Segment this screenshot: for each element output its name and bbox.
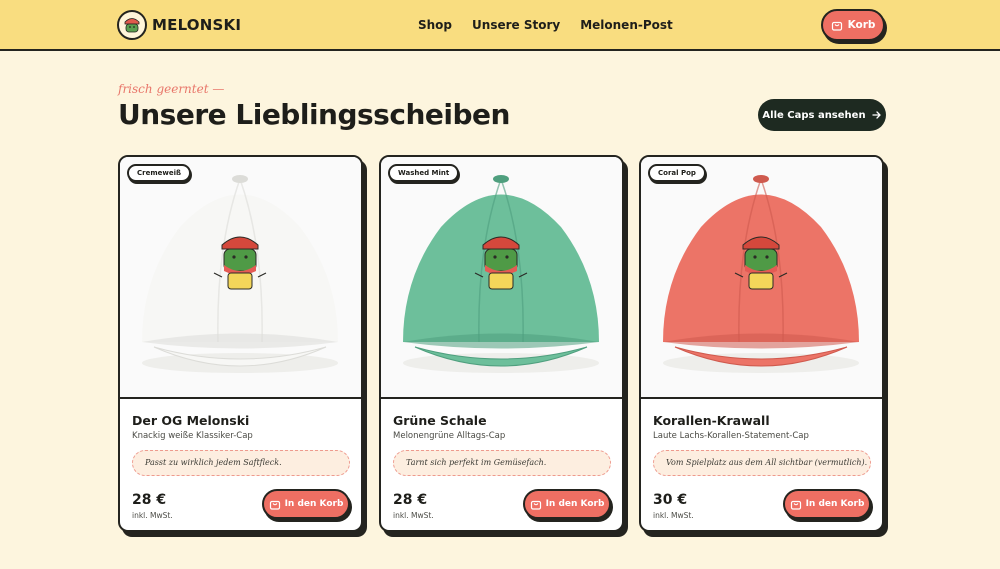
nav-shop[interactable]: Shop (418, 18, 452, 32)
product-name[interactable]: Der OG Melonski (132, 413, 249, 428)
brand-name: MELONSKI (152, 16, 242, 34)
product-price: 30 € (653, 492, 688, 508)
add-to-cart-button[interactable]: In den Korb (262, 489, 350, 519)
shopping-bag-icon (269, 500, 280, 510)
shopping-bag-icon (530, 500, 541, 510)
product-image[interactable]: Washed Mint (381, 157, 622, 399)
cart-button[interactable]: Korb (821, 9, 885, 41)
color-tag: Cremeweiß (127, 164, 192, 182)
product-card[interactable]: Washed Mint Grüne Schale Melonengrüne Al… (379, 155, 624, 532)
add-to-cart-label: In den Korb (545, 499, 605, 509)
brand-logo[interactable]: MELONSKI (117, 10, 241, 40)
arrow-right-icon (871, 111, 881, 119)
melon-mascot-icon (117, 10, 147, 40)
product-quote: Passt zu wirklich jedem Saftfleck. (132, 450, 350, 476)
product-price: 28 € (132, 492, 167, 508)
product-name[interactable]: Grüne Schale (393, 413, 487, 428)
nav-melonen-post[interactable]: Melonen-Post (580, 18, 673, 32)
shopping-bag-icon (831, 21, 842, 31)
add-to-cart-button[interactable]: In den Korb (783, 489, 871, 519)
product-subtitle: Melonengrüne Alltags-Cap (393, 431, 506, 441)
all-caps-button[interactable]: Alle Caps ansehen (758, 99, 886, 131)
cart-label: Korb (847, 19, 876, 31)
add-to-cart-label: In den Korb (805, 499, 865, 509)
tax-note: inkl. MwSt. (132, 511, 173, 520)
add-to-cart-button[interactable]: In den Korb (523, 489, 611, 519)
shopping-bag-icon (790, 500, 801, 510)
main-nav: Shop Unsere Story Melonen-Post (418, 18, 673, 32)
cap-image (663, 175, 859, 373)
section-title: Unsere Lieblingsscheiben (118, 98, 510, 131)
section-eyebrow: frisch geerntet — (118, 82, 225, 96)
product-card[interactable]: Cremeweiß Der OG Melonski Knackig weiße … (118, 155, 363, 532)
cap-image (142, 175, 338, 373)
add-to-cart-label: In den Korb (284, 499, 344, 509)
color-tag: Coral Pop (648, 164, 706, 182)
product-quote: Vom Spielplatz aus dem All sichtbar (ver… (653, 450, 871, 476)
product-image[interactable]: Cremeweiß (120, 157, 361, 399)
all-caps-label: Alle Caps ansehen (762, 109, 866, 121)
nav-unsere-story[interactable]: Unsere Story (472, 18, 560, 32)
color-tag: Washed Mint (388, 164, 460, 182)
site-header: MELONSKI Shop Unsere Story Melonen-Post … (0, 0, 1000, 51)
product-image[interactable]: Coral Pop (641, 157, 882, 399)
product-price: 28 € (393, 492, 428, 508)
product-subtitle: Knackig weiße Klassiker-Cap (132, 431, 253, 441)
tax-note: inkl. MwSt. (653, 511, 694, 520)
product-subtitle: Laute Lachs-Korallen-Statement-Cap (653, 431, 809, 441)
tax-note: inkl. MwSt. (393, 511, 434, 520)
product-card[interactable]: Coral Pop Korallen-Krawall Laute Lachs-K… (639, 155, 884, 532)
product-quote: Tarnt sich perfekt im Gemüsefach. (393, 450, 611, 476)
product-name[interactable]: Korallen-Krawall (653, 413, 770, 428)
cap-image (403, 175, 599, 373)
